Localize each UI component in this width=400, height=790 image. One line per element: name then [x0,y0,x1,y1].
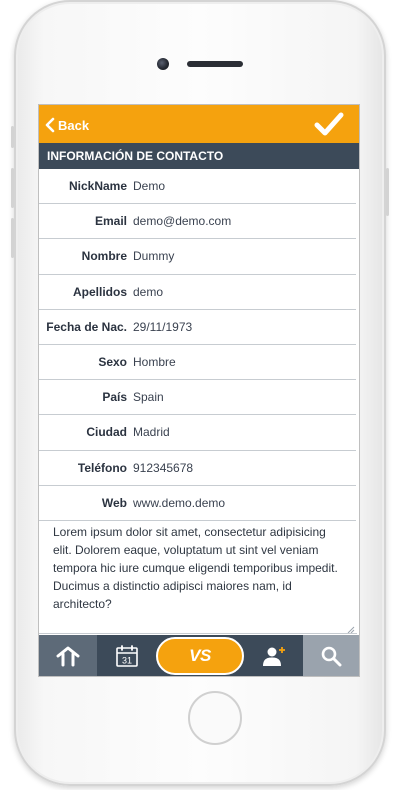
field-label: Nombre [81,249,127,264]
section-title: INFORMACIÓN DE CONTACTO [39,143,359,169]
checkmark-icon[interactable] [313,110,345,138]
tab-calendar[interactable]: 31 [97,635,156,676]
volume-down-button [11,218,14,258]
app-screen: Back INFORMACIÓN DE CONTACTO NickName De… [38,104,360,677]
earpiece-speaker [187,61,243,67]
home-arrow-icon [56,646,80,666]
field-label: Ciudad [86,425,127,440]
field-row-pais: País Spain [39,380,356,416]
top-bar: Back [39,105,359,143]
field-row-fecha-nac: Fecha de Nac. 29/11/1973 [39,310,356,345]
nombre-field[interactable]: Dummy [133,239,352,273]
field-label: Sexo [98,354,127,369]
field-row-email: Email demo@demo.com [39,204,356,240]
tab-home[interactable] [39,635,97,676]
field-row-apellidos: Apellidos demo [39,275,356,310]
calendar-icon: 31 [115,644,138,667]
home-button[interactable] [188,691,242,745]
ciudad-field[interactable]: Madrid [133,415,352,449]
back-label: Back [58,117,90,133]
notes-textarea[interactable]: Lorem ipsum dolor sit amet, consectetur … [53,523,343,613]
front-camera [157,58,169,70]
field-label: NickName [68,179,127,193]
mute-switch [11,126,14,148]
field-label: Teléfono [77,460,127,475]
contact-form: NickName Demo Email demo@demo.com Nombre… [39,169,359,521]
add-user-icon [262,646,285,666]
pais-field[interactable]: Spain [133,380,352,414]
field-row-sexo: Sexo Hombre [39,345,356,381]
sexo-field[interactable]: Hombre [133,345,352,379]
field-label: Email [94,214,127,229]
telefono-field[interactable]: 912345678 [133,451,352,485]
field-label: Fecha de Nac. [46,319,127,334]
search-icon [321,646,342,666]
divider [39,633,357,634]
field-row-telefono: Teléfono 912345678 [39,451,356,486]
field-row-ciudad: Ciudad Madrid [39,415,356,451]
tab-add-contact[interactable] [244,635,303,676]
bottom-tab-bar: 31 VS [39,635,359,676]
field-label: País [102,390,127,405]
back-button[interactable]: Back [45,114,89,136]
vs-button[interactable]: VS [156,637,244,675]
tab-search[interactable] [303,635,359,676]
email-field[interactable]: demo@demo.com [133,204,352,238]
fecha-nac-field[interactable]: 29/11/1973 [133,310,352,344]
field-row-web: Web www.demo.demo [39,486,356,521]
web-field[interactable]: www.demo.demo [133,486,352,520]
field-label: Web [101,495,127,510]
field-label: Apellidos [72,284,127,299]
calendar-day-number: 31 [121,655,131,665]
vs-label: VS [189,646,211,665]
power-button [386,168,389,216]
field-row-nombre: Nombre Dummy [39,239,356,275]
chevron-left-icon [45,117,55,133]
nickname-field[interactable]: Demo [133,169,352,203]
volume-up-button [11,168,14,208]
apellidos-field[interactable]: demo [133,275,352,309]
field-row-nickname: NickName Demo [39,169,356,205]
